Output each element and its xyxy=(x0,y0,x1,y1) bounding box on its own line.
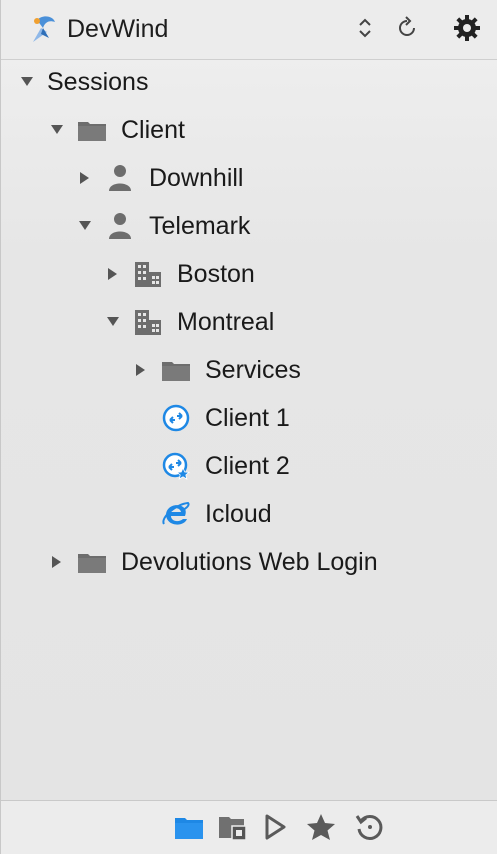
folder-icon xyxy=(77,115,107,145)
tree-node-boston[interactable]: Boston xyxy=(105,252,255,296)
folder-icon xyxy=(77,547,107,577)
datasource-header: DevWind xyxy=(1,0,497,60)
folder-icon xyxy=(161,355,191,385)
devwind-datasource-icon xyxy=(27,12,61,46)
opened-sessions-tab[interactable] xyxy=(257,811,293,847)
tree-node-label: Downhill xyxy=(149,163,244,192)
tree-node-devolutions-web-login[interactable]: Devolutions Web Login xyxy=(49,540,378,584)
tree-node-client-2[interactable]: Client 2 xyxy=(133,444,290,488)
up-down-chevron-icon xyxy=(357,17,373,44)
history-icon xyxy=(354,812,384,847)
building-icon xyxy=(133,259,163,289)
favorites-tab[interactable] xyxy=(303,811,339,847)
navigation-tab[interactable] xyxy=(171,811,207,847)
remote-desktop-icon xyxy=(161,403,191,433)
switch-datasource-button[interactable] xyxy=(347,10,383,50)
play-icon xyxy=(263,813,287,846)
collapsed-triangle-icon[interactable] xyxy=(77,170,93,186)
user-icon xyxy=(105,163,135,193)
tree-node-sessions[interactable]: Sessions xyxy=(19,60,148,104)
tree-node-montreal[interactable]: Montreal xyxy=(105,300,274,344)
vault-tab[interactable] xyxy=(215,811,251,847)
tree-node-label: Services xyxy=(205,355,301,384)
tree-node-label: Montreal xyxy=(177,307,275,336)
internet-explorer-icon xyxy=(161,499,191,529)
gear-icon xyxy=(453,14,481,47)
tree-node-label: Icloud xyxy=(205,499,272,528)
expanded-triangle-icon[interactable] xyxy=(19,74,35,90)
tree-node-label: Sessions xyxy=(47,67,149,96)
tree-node-client-1[interactable]: Client 1 xyxy=(133,396,290,440)
tree-node-telemark[interactable]: Telemark xyxy=(77,204,250,248)
tree-node-label: Boston xyxy=(177,259,255,288)
settings-button[interactable] xyxy=(449,10,485,50)
tree-node-services[interactable]: Services xyxy=(133,348,301,392)
tree-node-label: Client 1 xyxy=(205,403,290,432)
remote-desktop-favorite-icon xyxy=(161,451,191,481)
folder-tab-icon xyxy=(174,814,204,845)
tree-node-client[interactable]: Client xyxy=(49,108,185,152)
expanded-triangle-icon[interactable] xyxy=(77,218,93,234)
collapsed-triangle-icon[interactable] xyxy=(105,266,121,282)
refresh-icon xyxy=(395,15,419,45)
collapsed-triangle-icon[interactable] xyxy=(133,362,149,378)
collapsed-triangle-icon[interactable] xyxy=(49,554,65,570)
building-icon xyxy=(133,307,163,337)
datasource-name[interactable]: DevWind xyxy=(67,15,168,44)
bottom-toolbar xyxy=(1,800,497,854)
recent-tab[interactable] xyxy=(351,811,387,847)
tree-node-label: Telemark xyxy=(149,211,251,240)
vault-folder-icon xyxy=(218,813,248,846)
star-icon xyxy=(306,813,336,846)
tree-node-label: Client 2 xyxy=(205,451,290,480)
expanded-triangle-icon[interactable] xyxy=(105,314,121,330)
tree-node-downhill[interactable]: Downhill xyxy=(77,156,243,200)
refresh-button[interactable] xyxy=(389,10,425,50)
user-icon xyxy=(105,211,135,241)
tree-node-label: Devolutions Web Login xyxy=(121,547,378,576)
expanded-triangle-icon[interactable] xyxy=(49,122,65,138)
navigation-panel: DevWind Sessions Client Downhill Telemar… xyxy=(0,0,497,854)
tree-node-label: Client xyxy=(121,115,185,144)
tree-node-icloud[interactable]: Icloud xyxy=(133,492,272,536)
